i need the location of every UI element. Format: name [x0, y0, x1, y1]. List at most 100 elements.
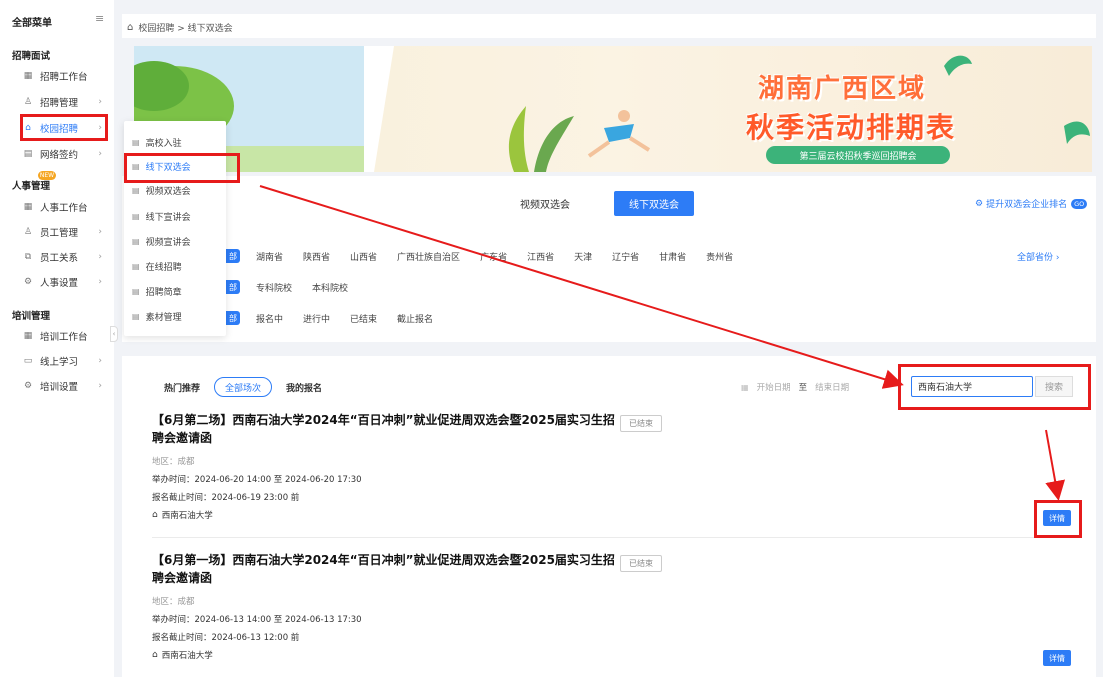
event-region: 地区：成都: [152, 597, 195, 607]
tab-all-sessions[interactable]: 全部场次: [214, 377, 273, 397]
submenu-item-offline-talk[interactable]: ▤ 线下宣讲会: [132, 205, 222, 227]
event-school: ⌂ 西南石油大学: [152, 510, 213, 521]
chevron-right-icon: ›: [98, 252, 102, 262]
event-card: 【6月第一场】西南石油大学2024年“百日冲刺”就业促进周双选会暨2025届实习…: [152, 551, 1072, 671]
event-time: 举办时间：2024-06-13 14:00 至 2024-06-13 17:30: [152, 615, 362, 625]
filter-option[interactable]: 甘肃省: [659, 250, 686, 263]
filter-option[interactable]: 贵州省: [706, 250, 733, 263]
submenu-item-offline-fair[interactable]: ▤ 线下双选会: [132, 155, 222, 177]
calendar-icon: ▦: [741, 382, 749, 392]
submenu-item-brochure[interactable]: ▤ 招聘简章: [132, 280, 222, 302]
tab-hot[interactable]: 热门推荐: [164, 381, 200, 394]
menu-item-icon: ▤: [132, 261, 140, 271]
filter-option[interactable]: 已结束: [350, 312, 377, 325]
filter-option[interactable]: 天津: [574, 250, 592, 263]
submenu-item-materials[interactable]: ▤ 素材管理: [132, 305, 222, 327]
filter-option[interactable]: 湖南省: [256, 250, 283, 263]
filter-option[interactable]: 报名中: [256, 312, 283, 325]
sidebar-collapse-handle[interactable]: ‹: [110, 326, 118, 342]
submenu-item-university-join[interactable]: ▤ 高校入驻: [132, 131, 222, 153]
sidebar-item-employee-manage[interactable]: ♙ 员工管理 ›: [22, 222, 110, 242]
status-badge: 已结束: [620, 415, 662, 432]
sidebar-item-hr-settings[interactable]: ⚙ 人事设置 ›: [22, 272, 110, 292]
filter-option[interactable]: 江西省: [527, 250, 554, 263]
search-button[interactable]: 搜索: [1035, 376, 1073, 397]
link-icon: ⧉: [24, 252, 32, 262]
filter-option[interactable]: 广东省: [480, 250, 507, 263]
chevron-right-icon: ›: [98, 381, 102, 391]
event-title[interactable]: 【6月第一场】西南石油大学2024年“百日冲刺”就业促进周双选会暨2025届实习…: [152, 551, 622, 587]
sidebar-item-online-learning[interactable]: ▭ 线上学习 ›: [22, 351, 110, 371]
tab-video-fair[interactable]: 视频双选会: [520, 196, 570, 211]
breadcrumb-bar: ⌂ 校园招聘 > 线下双选会: [122, 14, 1096, 38]
banner-title-line2: 秋季活动排期表: [746, 111, 957, 144]
group-recruit: 招聘面试: [12, 51, 51, 62]
sidebar-item-recruit-desk[interactable]: ▦ 招聘工作台: [22, 66, 110, 86]
go-badge: GO: [1071, 198, 1088, 209]
home-icon: ⌂: [152, 510, 158, 520]
chevron-right-icon: ›: [98, 227, 102, 237]
filter-option[interactable]: 本科院校: [312, 281, 348, 294]
chevron-right-icon: ›: [98, 97, 102, 107]
menu-item-icon: ▤: [132, 286, 140, 296]
menu-item-icon: ▤: [132, 161, 140, 171]
school-icon: ⌂: [25, 123, 31, 133]
divider: [152, 537, 1076, 538]
end-date-input[interactable]: 结束日期: [815, 381, 849, 393]
sidebar-item-online-sign[interactable]: ▤ 网络签约 ›: [22, 144, 110, 164]
menu-toggle-icon[interactable]: ≡: [95, 12, 104, 25]
detail-button[interactable]: 详情: [1043, 650, 1071, 666]
home-icon: ⌂: [127, 21, 134, 33]
filter-option[interactable]: 进行中: [303, 312, 330, 325]
campus-recruit-submenu: ▤ 高校入驻 ▤ 线下双选会 ▤ 视频双选会 ▤ 线下宣讲会 ▤ 视频宣讲会 ▤…: [124, 121, 226, 336]
submenu-item-online-recruit[interactable]: ▤ 在线招聘: [132, 255, 222, 277]
event-school: ⌂ 西南石油大学: [152, 650, 213, 661]
all-provinces-link[interactable]: 全部省份 ›: [1017, 250, 1059, 263]
date-range-picker[interactable]: ▦ 开始日期 至 结束日期: [741, 378, 899, 396]
status-badge: 已结束: [620, 555, 662, 572]
filter-option[interactable]: 专科院校: [256, 281, 292, 294]
sidebar: 全部菜单 ≡ 招聘面试 ▦ 招聘工作台 ♙ 招聘管理 › ⌂ 校园招聘 › ▤ …: [0, 0, 114, 677]
chevron-right-icon: ›: [98, 277, 102, 287]
sidebar-header: 全部菜单: [12, 18, 52, 29]
person-icon: ♙: [23, 97, 33, 107]
filter-option[interactable]: 截止报名: [397, 312, 433, 325]
settings-icon: ⚙: [23, 381, 33, 391]
chevron-right-icon: ›: [98, 149, 102, 159]
filter-all-school-type[interactable]: 部: [226, 280, 240, 294]
event-title[interactable]: 【6月第二场】西南石油大学2024年“百日冲刺”就业促进周双选会暨2025届实习…: [152, 411, 622, 447]
breadcrumb[interactable]: ⌂ 校园招聘 > 线下双选会: [127, 18, 233, 36]
banner-subtitle: 第三届云校招秋季巡回招聘会: [766, 146, 950, 164]
grid-icon: ▦: [23, 202, 33, 212]
sidebar-item-campus-recruit[interactable]: ⌂ 校园招聘 ›: [22, 118, 110, 138]
doc-icon: ▤: [23, 149, 33, 159]
start-date-input[interactable]: 开始日期: [757, 381, 791, 393]
tab-offline-fair[interactable]: 线下双选会: [614, 191, 694, 216]
menu-item-icon: ▤: [132, 211, 140, 221]
sidebar-item-training-desk[interactable]: ▦ 培训工作台: [22, 326, 110, 346]
filter-all-province[interactable]: 部: [226, 249, 240, 263]
sidebar-item-hr-desk[interactable]: ▦ 人事工作台: [22, 197, 110, 217]
filter-option[interactable]: 广西壮族自治区: [397, 250, 460, 263]
group-training: 培训管理: [12, 311, 51, 322]
filter-option[interactable]: 陕西省: [303, 250, 330, 263]
chevron-right-icon: ›: [98, 123, 102, 133]
sidebar-item-employee-relation[interactable]: ⧉ 员工关系 ›: [22, 247, 110, 267]
filter-all-status[interactable]: 部: [226, 311, 240, 325]
sidebar-item-recruit-manage[interactable]: ♙ 招聘管理 ›: [22, 92, 110, 112]
search-input[interactable]: 西南石油大学: [911, 376, 1033, 397]
event-region: 地区：成都: [152, 457, 195, 467]
submenu-item-video-fair[interactable]: ▤ 视频双选会: [132, 179, 222, 201]
school-type-filter-row: 部 专科院校 本科院校: [226, 280, 368, 294]
filter-option[interactable]: 山西省: [350, 250, 377, 263]
rank-boost-link[interactable]: ⚙ 提升双选会企业排名 GO: [975, 197, 1088, 210]
tab-my-signups[interactable]: 我的报名: [286, 381, 322, 394]
status-filter-row: 部 报名中 进行中 已结束 截止报名: [226, 311, 453, 325]
filter-option[interactable]: 辽宁省: [612, 250, 639, 263]
detail-button[interactable]: 详情: [1043, 510, 1071, 526]
promo-banner[interactable]: 湖南广西区域 秋季活动排期表 第三届云校招秋季巡回招聘会: [134, 46, 1092, 172]
sidebar-item-training-settings[interactable]: ⚙ 培训设置 ›: [22, 376, 110, 396]
group-hr: 人事管理: [12, 181, 51, 192]
submenu-item-video-talk[interactable]: ▤ 视频宣讲会: [132, 230, 222, 252]
menu-item-icon: ▤: [132, 236, 140, 246]
